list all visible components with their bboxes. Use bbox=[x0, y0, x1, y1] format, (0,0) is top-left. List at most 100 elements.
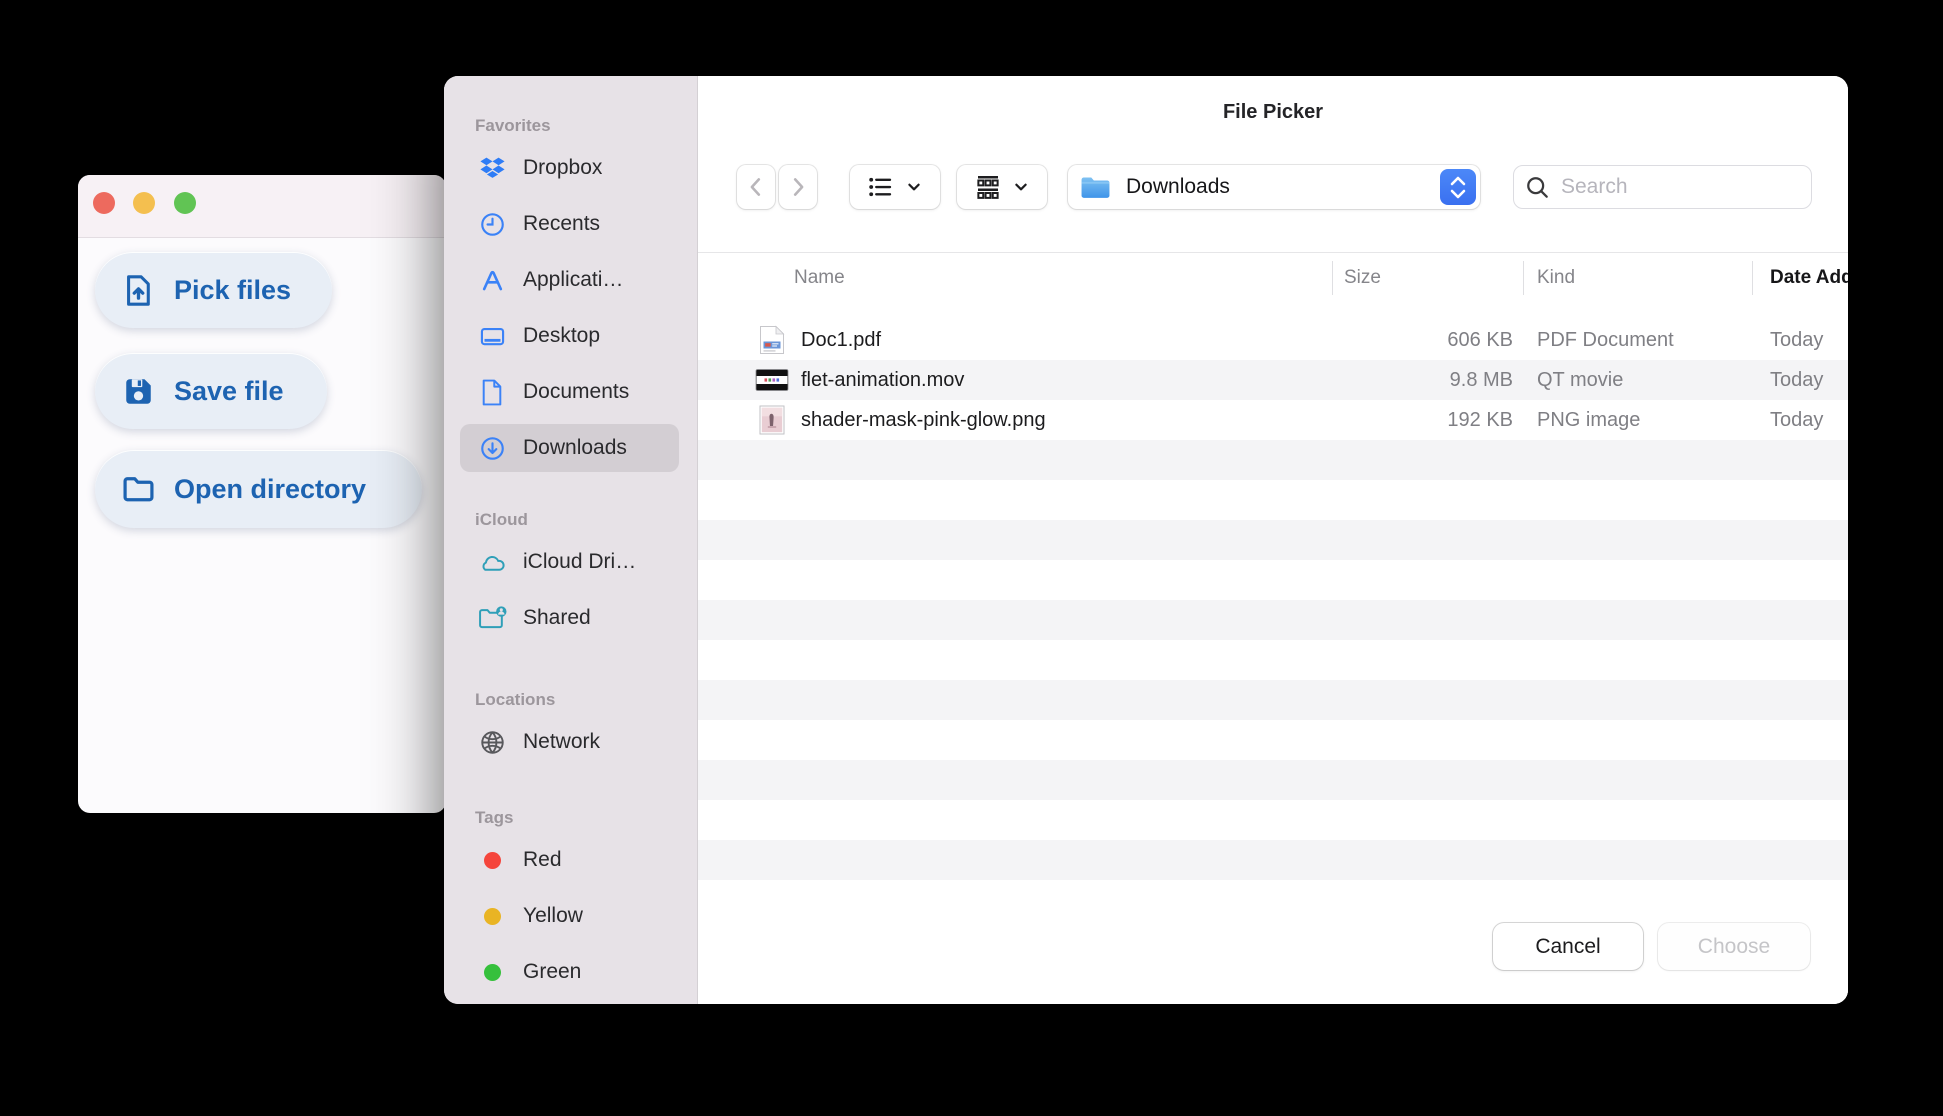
sidebar: Favorites Dropbox Recents Applicati… Desktop… bbox=[444, 76, 698, 1004]
file-kind: PDF Document bbox=[1537, 328, 1674, 351]
sidebar-section-title-icloud: iCloud bbox=[475, 510, 528, 529]
tag-dot-icon bbox=[476, 956, 508, 988]
folder-blue-icon bbox=[1078, 174, 1112, 200]
chevron-down-icon bbox=[904, 177, 924, 197]
file-upload-icon bbox=[121, 273, 156, 308]
chevron-left-icon bbox=[743, 174, 769, 200]
pick-files-button[interactable]: Pick files bbox=[95, 252, 332, 328]
sidebar-item-applicati[interactable]: Applicati… bbox=[460, 252, 679, 308]
sidebar-item-documents[interactable]: Documents bbox=[460, 364, 679, 420]
sidebar-item-desktop[interactable]: Desktop bbox=[460, 308, 679, 364]
select-stepper[interactable] bbox=[1440, 169, 1476, 205]
clock-icon bbox=[476, 208, 508, 240]
sidebar-item-label: Red bbox=[523, 848, 562, 871]
dropbox-icon bbox=[476, 152, 508, 184]
choose-button[interactable]: Choose bbox=[1658, 923, 1810, 970]
file-name: flet-animation.mov bbox=[801, 368, 965, 391]
app-store-icon bbox=[476, 264, 508, 296]
location-label: Downloads bbox=[1126, 175, 1230, 198]
file-size: 192 KB bbox=[1447, 408, 1513, 431]
sidebar-item-label: Yellow bbox=[523, 904, 583, 927]
column-header-size[interactable]: Size bbox=[1332, 267, 1523, 289]
sidebar-item-green[interactable]: Green bbox=[460, 944, 679, 1000]
sidebar-item-yellow[interactable]: Yellow bbox=[460, 888, 679, 944]
empty-list-stripe bbox=[698, 840, 1848, 880]
search-field bbox=[1513, 165, 1812, 209]
table-header: Name Size Kind Date Added bbox=[698, 252, 1848, 304]
save-floppy-icon bbox=[121, 374, 156, 409]
file-kind: QT movie bbox=[1537, 368, 1624, 391]
empty-list-stripe bbox=[698, 680, 1848, 720]
sidebar-item-label: Applicati… bbox=[523, 268, 624, 291]
list-view-dropdown[interactable] bbox=[850, 165, 940, 209]
app-window: Pick files Save file Open directory bbox=[78, 175, 446, 813]
dialog-title: File Picker bbox=[1222, 101, 1324, 123]
file-size: 606 KB bbox=[1447, 328, 1513, 351]
open-directory-button[interactable]: Open directory bbox=[95, 450, 422, 528]
magnifier-icon bbox=[1524, 174, 1551, 201]
sidebar-item-recents[interactable]: Recents bbox=[460, 196, 679, 252]
file-picker-dialog: Favorites Dropbox Recents Applicati… Desktop… bbox=[444, 76, 1848, 1004]
column-header-date-added[interactable]: Date Added bbox=[1752, 267, 1848, 289]
sidebar-item-dropbox[interactable]: Dropbox bbox=[460, 140, 679, 196]
sidebar-item-label: Shared bbox=[523, 606, 591, 629]
sidebar-item-network[interactable]: Network bbox=[460, 714, 679, 770]
sidebar-section-title-locations: Locations bbox=[475, 690, 556, 709]
sidebar-item-label: Downloads bbox=[523, 436, 627, 459]
column-divider bbox=[1752, 261, 1753, 295]
file-row-doc1-pdf[interactable]: Doc1.pdf 606 KB PDF Document Today bbox=[698, 320, 1848, 360]
file-date-added: Today bbox=[1770, 328, 1824, 351]
file-name: Doc1.pdf bbox=[801, 328, 882, 351]
sidebar-item-label: Green bbox=[523, 960, 582, 983]
sidebar-section-title-tags: Tags bbox=[475, 808, 514, 827]
location-select[interactable]: Downloads bbox=[1068, 165, 1480, 209]
group-view-icon bbox=[973, 172, 1003, 202]
forward-button[interactable] bbox=[779, 165, 817, 209]
column-header-kind[interactable]: Kind bbox=[1523, 267, 1752, 289]
column-divider bbox=[1332, 261, 1333, 295]
back-button[interactable] bbox=[737, 165, 775, 209]
sidebar-item-label: Recents bbox=[523, 212, 601, 235]
desktop-icon bbox=[476, 320, 508, 352]
empty-list-stripe bbox=[698, 480, 1848, 520]
sidebar-item-label: iCloud Dri… bbox=[523, 550, 637, 573]
sidebar-item-red[interactable]: Red bbox=[460, 832, 679, 888]
sidebar-item-label: Dropbox bbox=[523, 156, 603, 179]
file-name: shader-mask-pink-glow.png bbox=[801, 408, 1046, 431]
folder-open-icon bbox=[121, 472, 156, 507]
empty-list-stripe bbox=[698, 640, 1848, 680]
stepper-up-icon bbox=[1450, 176, 1466, 185]
app-window-titlebar bbox=[78, 175, 446, 238]
download-circle-icon bbox=[476, 432, 508, 464]
sidebar-item-shared[interactable]: Shared bbox=[460, 590, 679, 646]
minimize-window-button[interactable] bbox=[133, 192, 155, 214]
search-input[interactable] bbox=[1559, 174, 1783, 200]
close-window-button[interactable] bbox=[93, 192, 115, 214]
sidebar-section-title-favorites: Favorites bbox=[475, 116, 551, 135]
file-row-shader-mask-pink-glow-png[interactable]: shader-mask-pink-glow.png 192 KB PNG ima… bbox=[698, 400, 1848, 440]
chevron-right-icon bbox=[785, 174, 811, 200]
document-icon bbox=[476, 376, 508, 408]
file-row-flet-animation-mov[interactable]: flet-animation.mov 9.8 MB QT movie Today bbox=[698, 360, 1848, 400]
file-date-added: Today bbox=[1770, 368, 1824, 391]
empty-list-stripe bbox=[698, 440, 1848, 480]
sidebar-item-label: Network bbox=[523, 730, 601, 753]
sidebar-item-icloud-dri[interactable]: iCloud Dri… bbox=[460, 534, 679, 590]
file-mov-icon bbox=[755, 368, 789, 392]
pill-button-label: Pick files bbox=[174, 274, 292, 305]
empty-list-stripe bbox=[698, 760, 1848, 800]
cancel-button[interactable]: Cancel bbox=[1493, 923, 1643, 970]
sidebar-item-downloads[interactable]: Downloads bbox=[460, 424, 679, 472]
zoom-window-button[interactable] bbox=[174, 192, 196, 214]
column-header-name[interactable]: Name bbox=[698, 267, 1332, 289]
shared-folder-icon bbox=[476, 602, 508, 634]
save-file-button[interactable]: Save file bbox=[95, 353, 327, 429]
empty-list-stripe bbox=[698, 520, 1848, 560]
cloud-icon bbox=[476, 546, 508, 578]
empty-list-stripe bbox=[698, 560, 1848, 600]
empty-list-stripe bbox=[698, 720, 1848, 760]
file-pdf-icon bbox=[755, 325, 789, 355]
tag-dot-icon bbox=[476, 900, 508, 932]
file-kind: PNG image bbox=[1537, 408, 1641, 431]
group-view-dropdown[interactable] bbox=[957, 165, 1047, 209]
